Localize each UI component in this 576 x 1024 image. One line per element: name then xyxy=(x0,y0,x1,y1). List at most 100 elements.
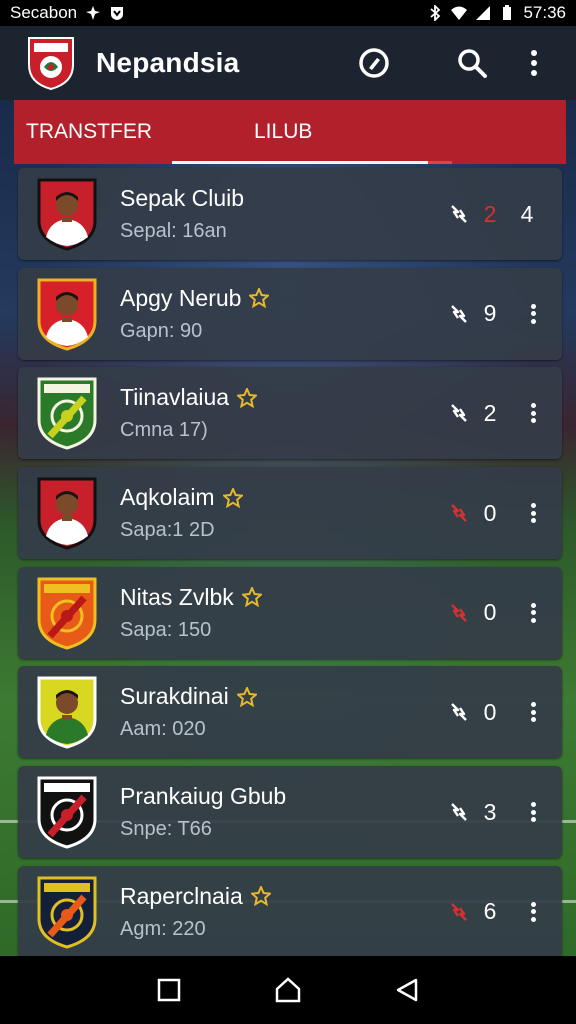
transfer-count: 6 xyxy=(483,898,497,925)
club-crest-icon xyxy=(37,377,97,450)
club-crest-icon xyxy=(37,178,97,251)
club-name-text: Aqkolaim xyxy=(120,484,215,511)
club-row[interactable]: Nitas Zvlbk Sapa: 150 0 xyxy=(18,566,562,659)
club-crest-icon xyxy=(37,278,97,351)
search-button[interactable] xyxy=(452,43,492,83)
transfer-swap-icon[interactable] xyxy=(448,303,470,325)
star-icon[interactable] xyxy=(241,587,262,608)
club-info: Raperclnaia Agm: 220 xyxy=(120,883,271,941)
bluetooth-icon xyxy=(430,5,441,21)
wifi-icon xyxy=(451,6,468,20)
back-triangle-icon xyxy=(396,978,417,1002)
club-list: Sepak Cluib Sepal: 16an 2 4 Apgy Nerub G… xyxy=(18,168,562,966)
transfer-count: 0 xyxy=(483,599,497,626)
row-more-icon[interactable] xyxy=(522,901,544,923)
club-info: Aqkolaim Sapa:1 2D xyxy=(120,484,243,542)
club-stat: Agm: 220 xyxy=(120,917,206,940)
club-name: Prankaiug Gbub xyxy=(120,783,286,810)
club-crest-icon xyxy=(37,577,97,650)
compass-button[interactable] xyxy=(354,43,394,83)
club-stat: Cmna 17) xyxy=(120,419,208,442)
shield-icon xyxy=(111,7,124,20)
transfer-swap-icon[interactable] xyxy=(448,901,470,923)
club-name-text: Nitas Zvlbk xyxy=(120,583,234,610)
star-icon[interactable] xyxy=(250,886,271,907)
battery-icon xyxy=(503,5,512,20)
club-stat: Snpe: T66 xyxy=(120,818,212,841)
app-title: Nepandsia xyxy=(96,47,240,78)
transfer-swap-icon[interactable] xyxy=(448,701,470,723)
club-name-text: Prankaiug Gbub xyxy=(120,783,287,810)
clock: 57:36 xyxy=(523,3,566,22)
row-more-icon[interactable] xyxy=(522,303,544,325)
club-name: Sepak Cluib xyxy=(120,185,244,212)
club-info: Prankaiug Gbub Snpe: T66 xyxy=(120,783,286,841)
more-options-button[interactable] xyxy=(514,43,554,83)
club-name: Apgy Nerub xyxy=(120,285,270,312)
club-row[interactable]: Surakdinai Aam: 020 0 xyxy=(18,666,562,759)
club-row[interactable]: Aqkolaim Sapa:1 2D 0 xyxy=(18,467,562,560)
status-bar: Secabon 57:36 xyxy=(0,0,576,26)
row-more-icon[interactable] xyxy=(522,602,544,624)
transfer-count: 2 xyxy=(483,200,497,227)
carrier-label: Secabon xyxy=(10,3,78,22)
club-name-text: Raperclnaia xyxy=(120,882,243,909)
transfer-count: 0 xyxy=(483,698,497,725)
club-info: Sepak Cluib Sepal: 16an xyxy=(120,185,244,243)
tab-transfer[interactable]: TRANSTFER xyxy=(14,100,172,164)
row-more-icon[interactable] xyxy=(522,402,544,424)
club-name: Surakdinai xyxy=(120,683,257,710)
transfer-swap-icon[interactable] xyxy=(448,203,470,225)
row-more-icon[interactable] xyxy=(522,801,544,823)
recents-button[interactable] xyxy=(154,975,184,1005)
club-row[interactable]: Sepak Cluib Sepal: 16an 2 4 xyxy=(18,168,562,260)
transfer-count: 0 xyxy=(483,499,497,526)
more-vert-icon xyxy=(531,50,537,76)
search-icon xyxy=(458,49,487,78)
tab-club[interactable]: LILUB xyxy=(242,100,324,164)
transfer-count: 2 xyxy=(483,399,497,426)
star-icon[interactable] xyxy=(236,686,257,707)
club-info: Nitas Zvlbk Sapa: 150 xyxy=(120,584,262,642)
back-button[interactable] xyxy=(392,975,422,1005)
star-icon[interactable] xyxy=(237,387,258,408)
club-crest-icon xyxy=(37,477,97,550)
recents-square-icon xyxy=(158,978,181,1002)
club-row[interactable]: Tiinavlaiua Cmna 17) 2 xyxy=(18,367,562,460)
tab-indicator-accent xyxy=(428,161,452,164)
fleur-icon xyxy=(86,6,101,20)
app-bar: Nepandsia xyxy=(0,26,576,100)
club-stat: Sepal: 16an xyxy=(120,220,227,242)
star-icon[interactable] xyxy=(222,487,243,508)
home-button[interactable] xyxy=(273,975,303,1005)
club-crest-icon xyxy=(37,676,97,749)
tab-indicator xyxy=(172,161,428,164)
club-row[interactable]: Apgy Nerub Gapn: 90 9 xyxy=(18,267,562,360)
transfer-swap-icon[interactable] xyxy=(448,801,470,823)
club-crest-icon xyxy=(37,876,97,949)
tab-bar: TRANSTFER LILUB xyxy=(14,100,566,164)
club-row[interactable]: Raperclnaia Agm: 220 6 xyxy=(18,865,562,958)
extra-count: 4 xyxy=(520,200,534,227)
club-info: Surakdinai Aam: 020 xyxy=(120,683,257,741)
system-nav-bar xyxy=(0,956,576,1024)
star-icon[interactable] xyxy=(249,288,270,309)
transfer-swap-icon[interactable] xyxy=(448,602,470,624)
club-row[interactable]: Prankaiug Gbub Snpe: T66 3 xyxy=(18,766,562,859)
home-icon xyxy=(275,977,301,1003)
transfer-count: 3 xyxy=(483,798,497,825)
club-name: Nitas Zvlbk xyxy=(120,584,262,611)
club-name: Aqkolaim xyxy=(120,484,243,511)
club-crest-icon[interactable] xyxy=(26,35,76,91)
club-stat: Sapa:1 2D xyxy=(120,519,215,542)
club-stat: Aam: 020 xyxy=(120,718,206,741)
club-name-text: Sepak Cluib xyxy=(120,185,245,211)
transfer-swap-icon[interactable] xyxy=(448,502,470,524)
club-name-text: Surakdinai xyxy=(120,683,229,710)
club-info: Apgy Nerub Gapn: 90 xyxy=(120,285,270,343)
transfer-swap-icon[interactable] xyxy=(448,402,470,424)
club-stat: Sapa: 150 xyxy=(120,618,212,641)
row-more-icon[interactable] xyxy=(522,701,544,723)
club-info: Tiinavlaiua Cmna 17) xyxy=(120,384,258,442)
row-more-icon[interactable] xyxy=(522,502,544,524)
